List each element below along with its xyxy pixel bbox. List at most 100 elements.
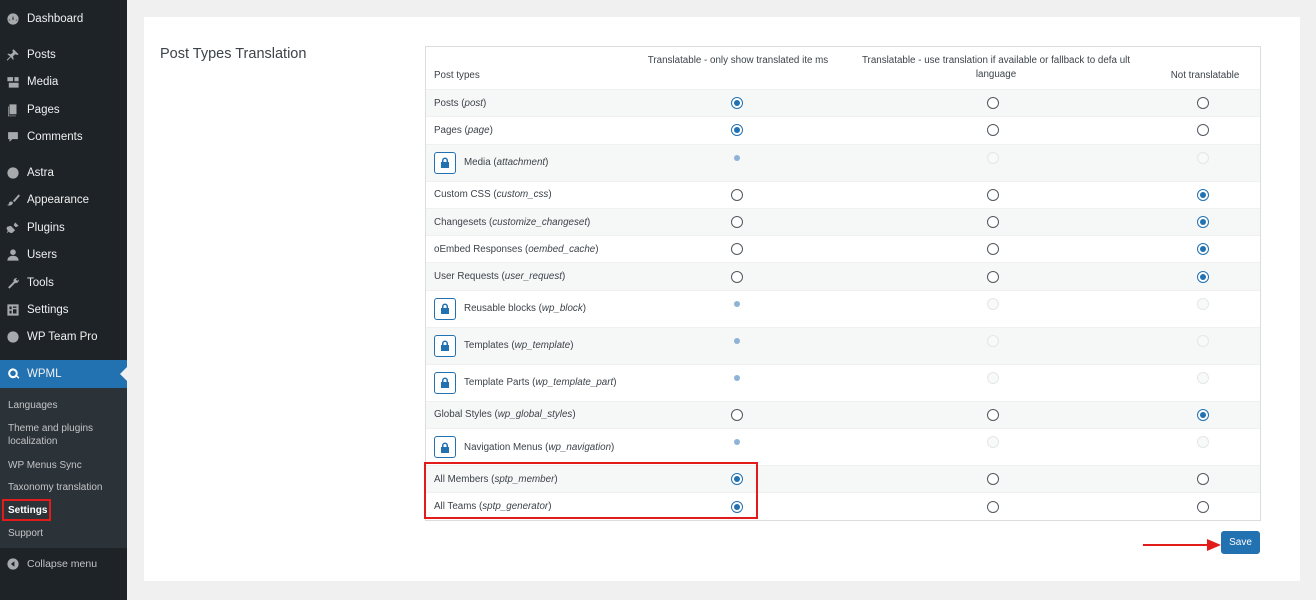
radio-translatable-fallback: [987, 334, 999, 347]
sidebar-item-settings[interactable]: Settings: [0, 298, 127, 322]
radio-not-translatable: [1197, 436, 1209, 449]
radio-translatable-fallback[interactable]: [987, 408, 999, 421]
post-type-label: oEmbed Responses (oembed_cache): [434, 243, 599, 255]
radio-translatable-fallback[interactable]: [987, 124, 999, 137]
post-type-name: Navigation Menus: [464, 441, 543, 453]
collapse-menu-button[interactable]: Collapse menu: [0, 552, 127, 576]
settings-icon: [6, 303, 20, 317]
table-row: Template Parts (wp_template_part): [426, 363, 1260, 401]
sidebar-item-label: Plugins: [27, 222, 65, 234]
radio-translatable-fallback[interactable]: [987, 473, 999, 486]
submenu-languages[interactable]: Languages: [8, 399, 58, 412]
radio-not-translatable[interactable]: [1197, 500, 1209, 513]
radio-not-translatable[interactable]: [1197, 124, 1209, 137]
post-type-slug: oembed_cache: [528, 243, 596, 255]
post-type-slug: post: [464, 97, 484, 109]
radio-translatable-only[interactable]: [731, 408, 743, 421]
post-type-name: Pages: [434, 124, 462, 136]
sidebar-item-comments[interactable]: Comments: [0, 125, 127, 149]
radio-translatable-fallback[interactable]: [987, 216, 999, 229]
post-type-name: Global Styles: [434, 409, 492, 421]
post-type-label: Templates (wp_template): [434, 334, 573, 357]
radio-translatable-fallback[interactable]: [987, 243, 999, 256]
post-type-label: Posts (post): [434, 97, 487, 109]
radio-translatable-fallback[interactable]: [987, 270, 999, 283]
radio-translatable-only[interactable]: [731, 97, 743, 110]
plug-icon: [6, 221, 20, 235]
admin-sidebar: Dashboard Posts Media Pages Comments Ast…: [0, 0, 127, 600]
radio-not-translatable[interactable]: [1197, 473, 1209, 486]
wrench-icon: [6, 276, 20, 290]
table-row: Changesets (customize_changeset): [426, 207, 1260, 236]
sidebar-item-posts[interactable]: Posts: [0, 43, 127, 67]
radio-translatable-fallback[interactable]: [987, 97, 999, 110]
radio-translatable-only[interactable]: [731, 270, 743, 283]
lock-icon[interactable]: [434, 151, 456, 174]
sidebar-item-wpml[interactable]: WPML: [0, 360, 127, 388]
sidebar-item-label: Users: [27, 249, 58, 261]
radio-translatable-only[interactable]: [731, 188, 743, 201]
radio-translatable-only[interactable]: [731, 243, 743, 256]
post-type-slug: wp_template: [514, 340, 571, 352]
arrow-pointer-icon: [1143, 539, 1221, 551]
table-row: Media (attachment): [426, 143, 1260, 181]
submenu-theme-plugins-localization[interactable]: Theme and plugins localization: [8, 422, 118, 448]
post-type-slug: custom_css: [496, 189, 549, 201]
radio-not-translatable[interactable]: [1197, 243, 1209, 256]
sidebar-item-wp-team-pro[interactable]: WP Team Pro: [0, 325, 127, 349]
pin-icon: [6, 48, 20, 62]
sidebar-item-label: WP Team Pro: [27, 331, 98, 343]
sidebar-item-users[interactable]: Users: [0, 243, 127, 267]
lock-icon[interactable]: [434, 371, 456, 394]
sidebar-item-pages[interactable]: Pages: [0, 98, 127, 122]
submenu-wp-menus-sync[interactable]: WP Menus Sync: [8, 459, 82, 472]
table-body: Posts (post) Pages (page) Media (attachmen…: [426, 89, 1260, 520]
post-type-name: User Requests: [434, 271, 499, 283]
wpml-submenu: Languages Theme and plugins localization…: [0, 388, 127, 548]
post-type-name: Reusable blocks: [464, 303, 536, 315]
sidebar-item-label: Pages: [27, 104, 60, 116]
sidebar-item-tools[interactable]: Tools: [0, 271, 127, 295]
post-type-slug: wp_global_styles: [497, 409, 573, 421]
radio-not-translatable[interactable]: [1197, 216, 1209, 229]
radio-translatable-only[interactable]: [731, 216, 743, 229]
radio-not-translatable[interactable]: [1197, 408, 1209, 421]
table-row: Global Styles (wp_global_styles): [426, 400, 1260, 429]
sidebar-item-label: Media: [27, 76, 59, 88]
sidebar-item-media[interactable]: Media: [0, 70, 127, 94]
submenu-taxonomy-translation[interactable]: Taxonomy translation: [8, 481, 103, 494]
radio-translatable-only[interactable]: [731, 124, 743, 137]
submenu-support[interactable]: Support: [8, 527, 43, 540]
post-type-label: Changesets (customize_changeset): [434, 216, 591, 228]
post-types-table: Post types Translatable - only show tran…: [425, 46, 1261, 521]
radio-not-translatable[interactable]: [1197, 188, 1209, 201]
radio-translatable-fallback[interactable]: [987, 500, 999, 513]
table-header: Post types Translatable - only show tran…: [426, 47, 1260, 89]
post-type-name: Posts: [434, 97, 459, 109]
radio-translatable-only: [731, 298, 743, 310]
pages-icon: [6, 103, 20, 117]
post-type-label: Reusable blocks (wp_block): [434, 297, 586, 320]
sidebar-item-appearance[interactable]: Appearance: [0, 188, 127, 212]
sidebar-item-label: Astra: [27, 167, 54, 179]
sidebar-item-dashboard[interactable]: Dashboard: [0, 7, 127, 31]
radio-translatable-only: [731, 152, 743, 164]
wpml-icon: [6, 367, 20, 381]
post-type-label: Custom CSS (custom_css): [434, 189, 552, 201]
post-type-label: User Requests (user_request): [434, 271, 566, 283]
radio-not-translatable[interactable]: [1197, 97, 1209, 110]
post-type-slug: wp_block: [541, 303, 583, 315]
radio-not-translatable[interactable]: [1197, 270, 1209, 283]
sidebar-item-plugins[interactable]: Plugins: [0, 216, 127, 240]
table-row: Navigation Menus (wp_navigation): [426, 428, 1260, 465]
sidebar-item-label: Appearance: [27, 194, 90, 206]
lock-icon[interactable]: [434, 436, 456, 459]
sidebar-item-astra[interactable]: Astra: [0, 161, 127, 185]
lock-icon[interactable]: [434, 334, 456, 357]
comment-icon: [6, 130, 20, 144]
sidebar-item-label: WPML: [27, 368, 62, 380]
table-row: Templates (wp_template): [426, 326, 1260, 364]
save-button[interactable]: Save: [1221, 531, 1260, 554]
lock-icon[interactable]: [434, 297, 456, 320]
radio-translatable-fallback[interactable]: [987, 188, 999, 201]
